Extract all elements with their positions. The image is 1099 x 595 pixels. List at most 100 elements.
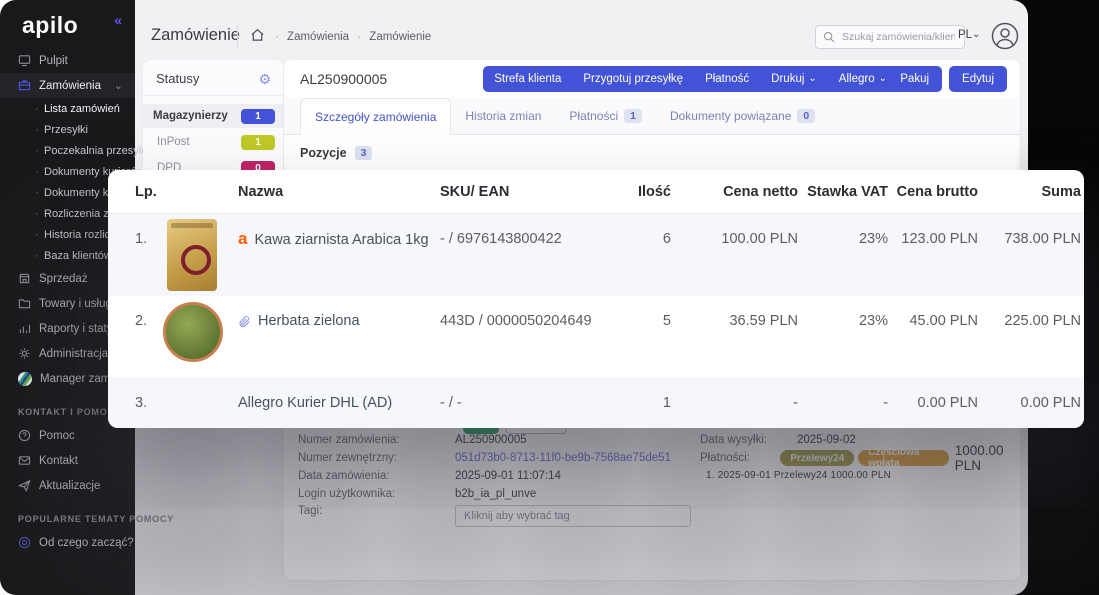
order-tabs: Szczegóły zamówienia Historia zmian Płat…	[284, 98, 1020, 135]
order-details-left: Numer zamówienia: AL250900005 Numer zewn…	[298, 431, 691, 523]
order-details-right: Data wysyłki: 2025-09-02 Płatności: Prze…	[700, 431, 1020, 481]
gross-price-value: 0.00 PLN	[888, 395, 978, 411]
vat-rate-value: -	[798, 395, 888, 411]
sidebar-item-pulpit[interactable]: Pulpit	[0, 48, 135, 73]
col-nazwa: Nazwa	[238, 184, 440, 200]
sidebar-item-label: Pomoc	[39, 430, 75, 442]
status-count-badge: 1	[241, 109, 275, 124]
edytuj-button[interactable]: Edytuj	[949, 66, 1007, 92]
col-suma: Suma	[978, 184, 1081, 200]
breadcrumb-zamowienie: Zamówienie	[369, 31, 431, 43]
gear-icon	[18, 347, 31, 360]
detail-label: Numer zewnętrzny:	[298, 452, 455, 464]
sku-ean-value: - / 6976143800422	[440, 214, 631, 247]
sidebar-item-kontakt[interactable]: Kontakt	[0, 448, 135, 473]
przygotuj-przesylke-button[interactable]: Przygotuj przesyłkę	[572, 73, 694, 85]
language-selector[interactable]: PL⌄	[958, 29, 980, 41]
product-image-coffee	[167, 219, 217, 291]
tab-count-badge: 0	[797, 109, 815, 123]
col-cena-brutto: Cena brutto	[888, 184, 978, 200]
detail-label: Tagi:	[298, 505, 455, 517]
col-ilosc: Ilość	[631, 184, 671, 200]
detail-row-tags: Tagi:	[298, 505, 691, 523]
detail-label: Data wysyłki:	[700, 434, 797, 446]
platnosc-button[interactable]: Płatność	[694, 73, 760, 85]
payment-status-badge: Częściowa wpłata	[858, 450, 948, 466]
detail-label: Numer zamówienia:	[298, 434, 455, 446]
table-row[interactable]: 1. a Kawa ziarnista Arabica 1kg - / 6976…	[108, 214, 1084, 296]
sum-value: 0.00 PLN	[978, 395, 1081, 411]
detail-row: Numer zamówienia: AL250900005	[298, 431, 691, 449]
status-row-magazynierzy[interactable]: Magazynierzy 1	[143, 104, 283, 128]
col-stawka-vat: Stawka VAT	[798, 184, 888, 200]
chevron-down-icon: ⌄	[808, 73, 816, 84]
product-name-cell: Herbata zielona	[238, 296, 440, 329]
net-price-value: 100.00 PLN	[671, 214, 798, 247]
tab-szczegoly-zamowienia[interactable]: Szczegóły zamówienia	[300, 98, 451, 135]
detail-label: Login użytkownika:	[298, 488, 455, 500]
pakuj-button[interactable]: Pakuj	[887, 66, 942, 92]
page-title: Zamówienie	[151, 26, 240, 45]
payments-row: Płatności: Przelewy24 Częściowa wpłata 1…	[700, 449, 1020, 467]
product-image-tea	[163, 302, 223, 362]
detail-label: Data zamówienia:	[298, 470, 455, 482]
store-icon	[18, 272, 31, 285]
product-name[interactable]: Kawa ziarnista Arabica 1kg	[254, 232, 428, 248]
tab-dokumenty-powiazane[interactable]: Dokumenty powiązane0	[656, 98, 829, 134]
tab-historia-zmian[interactable]: Historia zmian	[451, 98, 555, 134]
gear-icon[interactable]: ⚙	[258, 72, 271, 86]
drukuj-dropdown[interactable]: Drukuj⌄	[760, 73, 828, 85]
sidebar-collapse-icon[interactable]: «	[114, 12, 122, 28]
shipping-date-value: 2025-09-02	[797, 434, 856, 446]
order-actions-group: Strefa klienta Przygotuj przesyłkę Płatn…	[483, 66, 898, 92]
status-label: InPost	[157, 136, 190, 148]
sidebar-item-aktualizacje[interactable]: Aktualizacje	[0, 473, 135, 498]
detail-row: Numer zewnętrzny: 051d73b0-8713-11f0-be9…	[298, 449, 691, 467]
sidebar-item-label: Od czego zacząć?	[39, 537, 134, 549]
tab-platnosci[interactable]: Płatności1	[555, 98, 656, 134]
pozycje-count-badge: 3	[355, 146, 373, 160]
app-screenshot: apilo « Pulpit Zamówienia ⌄ Lista zamówi…	[0, 0, 1099, 595]
external-number-link[interactable]: 051d73b0-8713-11f0-be9b-7568ae75de51	[455, 452, 671, 464]
sidebar-item-label: Administracja	[39, 348, 108, 360]
order-number-value: AL250900005	[455, 434, 527, 446]
gross-price-value: 123.00 PLN	[888, 214, 978, 247]
product-name[interactable]: Herbata zielona	[258, 313, 360, 329]
detail-label: Płatności:	[700, 452, 780, 464]
user-avatar[interactable]	[990, 21, 1020, 51]
dashboard-icon	[18, 54, 31, 67]
sidebar-item-label: Sprzedaż	[39, 273, 88, 285]
col-sku-ean: SKU/ EAN	[440, 184, 631, 200]
paperclip-icon	[238, 315, 251, 328]
qty-value: 6	[631, 214, 671, 247]
strefa-klienta-button[interactable]: Strefa klienta	[483, 73, 572, 85]
status-row-inpost[interactable]: InPost 1	[143, 130, 283, 154]
vat-rate-value: 23%	[798, 296, 888, 329]
allegro-icon: a	[238, 230, 247, 247]
breadcrumb-zamowienia[interactable]: Zamówienia	[287, 31, 349, 43]
table-row[interactable]: 3. Allegro Kurier DHL (AD) - / - 1 - - 0…	[108, 377, 1084, 428]
sidebar-item-label: Pulpit	[39, 55, 68, 67]
sidebar-item-od-czego-zaczac[interactable]: Od czego zacząć?	[0, 530, 135, 555]
table-row[interactable]: 2. Herbata zielona 443D / 0000050204649 …	[108, 296, 1084, 377]
home-icon[interactable]	[250, 28, 265, 42]
order-actions-secondary: Pakuj Edytuj	[887, 66, 1007, 92]
sidebar-subitem-poczekalnia[interactable]: Poczekalnia przesyłek	[0, 140, 135, 161]
order-date-value: 2025-09-01 11:07:14	[455, 470, 561, 482]
product-name-cell: Allegro Kurier DHL (AD)	[238, 395, 440, 411]
sidebar-subitem-przesylki[interactable]: Przesyłki	[0, 119, 135, 140]
tags-input[interactable]	[455, 505, 691, 527]
sku-ean-value: 443D / 0000050204649	[440, 296, 631, 329]
target-icon	[18, 536, 31, 549]
search-input[interactable]	[840, 30, 957, 44]
envelope-icon	[18, 454, 31, 467]
payment-amount: 1000.00 PLN	[955, 443, 1020, 473]
sidebar-subitem-lista-zamowien[interactable]: Lista zamówień	[0, 98, 135, 119]
orders-icon	[18, 79, 31, 92]
chart-icon	[18, 322, 31, 335]
order-search[interactable]	[815, 25, 965, 49]
breadcrumb-separator: ·	[275, 31, 279, 43]
qty-value: 1	[631, 395, 671, 411]
sidebar-item-zamowienia[interactable]: Zamówienia ⌄	[0, 73, 135, 98]
sidebar-item-label: Kontakt	[39, 455, 78, 467]
